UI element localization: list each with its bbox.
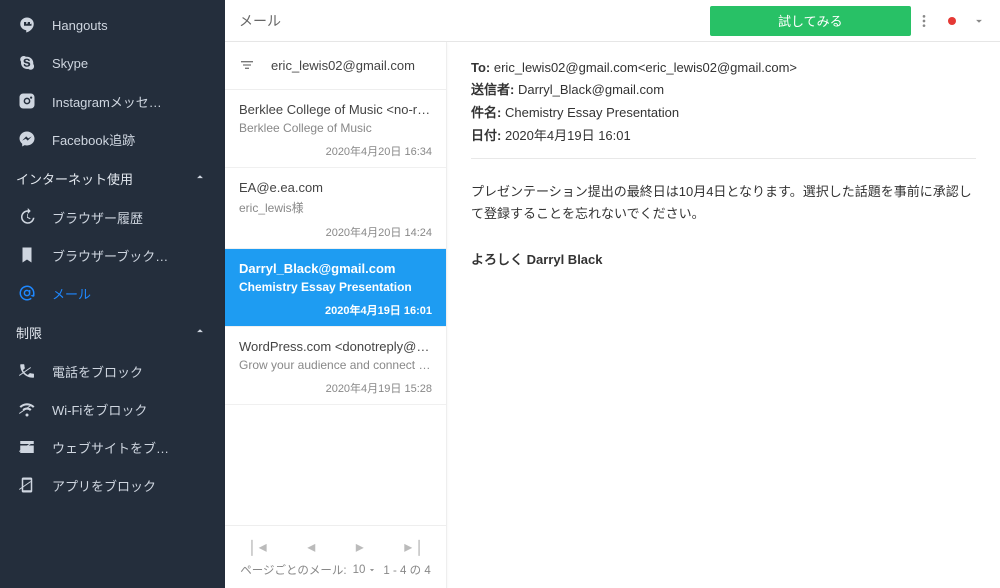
sidebar-item-label: Instagramメッセ… [52,92,162,111]
hangouts-icon [16,14,38,36]
section-label: インターネット使用 [16,169,133,188]
meta-from: 送信者: Darryl_Black@gmail.com [471,79,976,98]
sidebar-item-block-website[interactable]: ウェブサイトをブ… [0,428,225,466]
mail-signature: よろしく Darryl Black [471,249,976,268]
mail-list-item[interactable]: WordPress.com <donotreply@e0.… Grow your… [225,327,446,405]
meta-from-value: Darryl_Black@gmail.com [518,82,664,97]
bookmark-icon [16,244,38,266]
sidebar-item-label: Skype [52,56,88,71]
sidebar-item-label: ブラウザーブック… [52,246,168,265]
mail-from: EA@e.ea.com [239,180,432,195]
pager: ❘◂ ◂ ▸ ▸❘ ページごとのメール: 10 1 - 4 の 4 [225,525,446,588]
meta-date-label: 日付: [471,128,501,143]
sidebar-item-block-app[interactable]: アプリをブロック [0,466,225,504]
mail-list-item[interactable]: Berklee College of Music <no-repl… Berkl… [225,90,446,168]
sidebar-item-skype[interactable]: Skype [0,44,225,82]
mail-list-item-selected[interactable]: Darryl_Black@gmail.com Chemistry Essay P… [225,249,446,327]
divider [471,158,976,159]
content-split: eric_lewis02@gmail.com Berklee College o… [225,42,1000,588]
browser-blocked-icon [16,436,38,458]
mail-date: 2020年4月19日 16:01 [239,302,432,318]
sidebar-item-label: Facebook追跡 [52,130,135,149]
section-label: 制限 [16,323,42,342]
mail-subject: Berklee College of Music [239,121,432,135]
topbar: メール 試してみる [225,0,1000,42]
account-email: eric_lewis02@gmail.com [271,58,415,73]
mail-from: Berklee College of Music <no-repl… [239,102,432,117]
sidebar-item-block-phone[interactable]: 電話をブロック [0,352,225,390]
meta-subject-value: Chemistry Essay Presentation [505,105,679,120]
chevron-up-icon [193,170,209,186]
meta-date-value: 2020年4月19日 16:01 [505,128,631,143]
facebook-messenger-icon [16,128,38,150]
list-header[interactable]: eric_lewis02@gmail.com [225,42,446,90]
sidebar-item-label: ウェブサイトをブ… [52,438,169,457]
sidebar-item-label: Wi-Fiをブロック [52,400,147,419]
mail-list-item[interactable]: EA@e.ea.com eric_lewis様 2020年4月20日 14:24 [225,168,446,249]
try-it-button[interactable]: 試してみる [710,6,911,36]
section-internet-usage[interactable]: インターネット使用 [0,158,225,198]
chevron-up-icon [193,324,209,340]
sidebar-item-mail[interactable]: メール [0,274,225,312]
meta-to: To: eric_lewis02@gmail.com<eric_lewis02@… [471,60,976,75]
app-blocked-icon [16,474,38,496]
phone-blocked-icon [16,360,38,382]
sidebar-item-label: 電話をブロック [52,362,143,381]
wifi-blocked-icon [16,398,38,420]
meta-to-label: To: [471,60,490,75]
filter-icon [239,57,257,75]
sidebar-item-browser-bookmarks[interactable]: ブラウザーブック… [0,236,225,274]
pager-prev-button[interactable]: ◂ [307,537,315,557]
main-area: メール 試してみる eric_lewis02@gmail.com Berklee… [225,0,1000,588]
sidebar-item-label: Hangouts [52,18,108,33]
page-title: メール [239,11,281,31]
mail-subject: Grow your audience and connect with … [239,358,432,372]
sidebar-item-label: ブラウザー履歴 [52,208,143,227]
mail-date: 2020年4月19日 15:28 [239,380,432,396]
pager-per-label: ページごとのメール: [240,562,346,578]
history-icon [16,206,38,228]
mail-from: WordPress.com <donotreply@e0.… [239,339,432,354]
sidebar: Hangouts Skype Instagramメッセ… Facebook追跡 … [0,0,225,588]
reading-pane: To: eric_lewis02@gmail.com<eric_lewis02@… [447,42,1000,588]
sidebar-item-browser-history[interactable]: ブラウザー履歴 [0,198,225,236]
pager-per-value: 10 [353,564,366,576]
sidebar-item-label: メール [52,284,91,303]
pager-next-button[interactable]: ▸ [356,537,364,557]
sidebar-item-instagram[interactable]: Instagramメッセ… [0,82,225,120]
meta-subject: 件名: Chemistry Essay Presentation [471,102,976,121]
sidebar-item-hangouts[interactable]: Hangouts [0,6,225,44]
caret-down-icon [367,565,377,575]
meta-date: 日付: 2020年4月19日 16:01 [471,125,976,144]
expand-button[interactable] [972,14,986,28]
at-icon [16,282,38,304]
mail-subject: eric_lewis様 [239,199,432,216]
mail-list-pane: eric_lewis02@gmail.com Berklee College o… [225,42,447,588]
red-dot-icon [948,17,956,25]
instagram-icon [16,90,38,112]
mail-from: Darryl_Black@gmail.com [239,261,432,276]
meta-subject-label: 件名: [471,105,501,120]
more-menu-button[interactable] [916,13,932,29]
sidebar-item-facebook[interactable]: Facebook追跡 [0,120,225,158]
mail-body: プレゼンテーション提出の最終日は10月4日となります。選択した話題を事前に承認し… [471,181,976,225]
mail-subject: Chemistry Essay Presentation [239,280,432,294]
mail-date: 2020年4月20日 16:34 [239,143,432,159]
pager-per-dropdown[interactable]: 10 [353,564,378,576]
sidebar-item-block-wifi[interactable]: Wi-Fiをブロック [0,390,225,428]
meta-to-value: eric_lewis02@gmail.com<eric_lewis02@gmai… [494,60,797,75]
sidebar-item-label: アプリをブロック [52,476,156,495]
mail-date: 2020年4月20日 14:24 [239,224,432,240]
pager-first-button[interactable]: ❘◂ [245,537,266,557]
pager-last-button[interactable]: ▸❘ [404,537,425,557]
pager-range: 1 - 4 の 4 [383,562,430,578]
meta-from-label: 送信者: [471,82,514,97]
status-indicator[interactable] [948,17,956,25]
skype-icon [16,52,38,74]
section-restrictions[interactable]: 制限 [0,312,225,352]
